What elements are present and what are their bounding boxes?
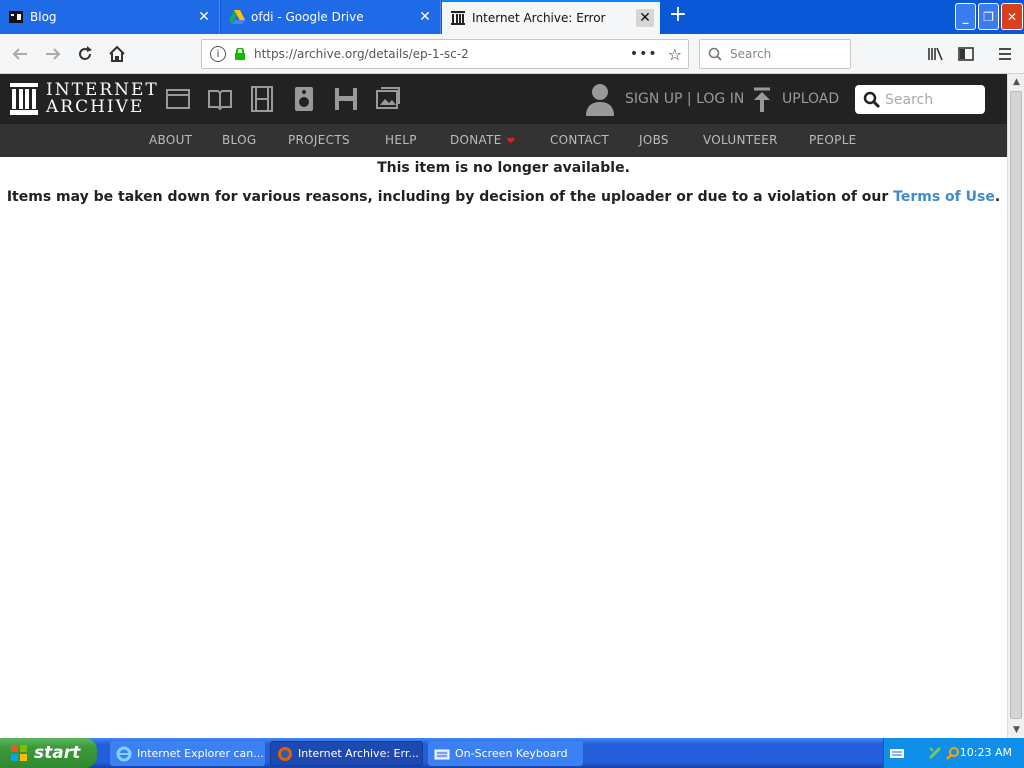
taskbar-item-internet-explorer[interactable]: Internet Explorer can... xyxy=(110,741,265,766)
ia-header: INTERNET ARCHIVE SIGN UP | LOG IN UPLOAD… xyxy=(0,74,1007,124)
home-button[interactable] xyxy=(105,42,129,66)
upload-icon[interactable] xyxy=(752,87,772,113)
tab-title: ofdi - Google Drive xyxy=(251,10,364,24)
taskbar: start Internet Explorer can... Internet … xyxy=(0,738,1024,768)
taskbar-item-on-screen-keyboard[interactable]: On-Screen Keyboard xyxy=(428,741,583,766)
forward-button[interactable] xyxy=(41,42,65,66)
reload-button[interactable] xyxy=(73,42,97,66)
windows-flag-icon xyxy=(11,745,27,761)
nav-blog[interactable]: BLOG xyxy=(222,133,256,147)
error-message: Items may be taken down for various reas… xyxy=(0,189,1007,205)
software-floppy-icon[interactable] xyxy=(333,86,359,112)
tab-strip: Blog ✕ ofdi - Google Drive ✕ Internet Ar… xyxy=(0,0,1024,34)
tab-title: Blog xyxy=(30,10,57,24)
user-avatar-icon[interactable] xyxy=(585,82,615,116)
system-tray: 10:23 AM xyxy=(883,738,1024,768)
close-tab-icon[interactable]: ✕ xyxy=(636,9,654,27)
ia-search-input: Search xyxy=(885,91,934,108)
ia-logo[interactable]: INTERNET ARCHIVE xyxy=(10,82,159,116)
archive-building-icon xyxy=(10,83,38,115)
internet-explorer-icon xyxy=(116,746,132,761)
back-arrow-icon xyxy=(12,48,27,60)
taskbar-item-internet-archive[interactable]: Internet Archive: Err... xyxy=(270,741,423,766)
lock-icon xyxy=(235,48,245,60)
sidebar-button[interactable] xyxy=(954,42,978,66)
nav-jobs[interactable]: JOBS xyxy=(639,133,669,147)
scroll-thumb[interactable] xyxy=(1010,91,1022,719)
keyboard-tray-icon[interactable] xyxy=(890,746,904,760)
scroll-down-arrow-icon[interactable]: ▼ xyxy=(1008,722,1024,738)
error-message-period: . xyxy=(994,189,1001,205)
nav-volunteer[interactable]: VOLUNTEER xyxy=(703,133,778,147)
tab-internet-archive-error[interactable]: Internet Archive: Error ✕ xyxy=(442,0,660,34)
google-drive-icon xyxy=(229,9,245,25)
start-button[interactable]: start xyxy=(0,738,97,768)
nav-people[interactable]: PEOPLE xyxy=(809,133,857,147)
taskbar-item-label: Internet Archive: Err... xyxy=(298,747,419,760)
home-icon xyxy=(109,45,125,62)
close-tab-icon[interactable]: ✕ xyxy=(416,8,434,26)
tab-google-drive[interactable]: ofdi - Google Drive ✕ xyxy=(221,0,441,34)
video-film-icon[interactable] xyxy=(249,86,275,112)
search-icon xyxy=(708,47,722,61)
images-icon[interactable] xyxy=(375,86,401,112)
maximize-button[interactable]: ❐ xyxy=(978,3,999,30)
tab-title: Internet Archive: Error xyxy=(472,11,606,25)
info-icon[interactable]: i xyxy=(210,46,226,62)
nav-contact[interactable]: CONTACT xyxy=(550,133,609,147)
back-button[interactable] xyxy=(8,42,32,66)
page-actions-icon[interactable]: ••• xyxy=(630,46,658,62)
error-title: This item is no longer available. xyxy=(377,160,630,176)
nav-donate[interactable]: DONATE ❤ xyxy=(450,133,515,147)
tab-blog[interactable]: Blog ✕ xyxy=(0,0,220,34)
keyboard-icon xyxy=(434,749,450,759)
network-icon[interactable] xyxy=(928,746,942,760)
library-icon xyxy=(928,47,943,61)
upload-link[interactable]: UPLOAD xyxy=(782,91,839,107)
navigation-toolbar: i https://archive.org/details/ep-1-sc-2 … xyxy=(0,34,1024,74)
minimize-button[interactable]: _ xyxy=(955,3,976,30)
nav-about[interactable]: ABOUT xyxy=(149,133,192,147)
ia-nav-bar: ABOUT BLOG PROJECTS HELP DONATE ❤ CONTACT… xyxy=(0,124,1007,157)
bookmark-star-icon[interactable]: ☆ xyxy=(668,45,682,64)
web-icon[interactable] xyxy=(165,86,191,112)
nav-help[interactable]: HELP xyxy=(385,133,417,147)
hamburger-menu-icon xyxy=(999,48,1011,60)
close-tab-icon[interactable]: ✕ xyxy=(195,8,213,26)
taskbar-item-label: Internet Explorer can... xyxy=(137,747,264,760)
start-label: start xyxy=(34,743,81,763)
texts-book-icon[interactable] xyxy=(207,86,233,112)
url-bar[interactable]: i https://archive.org/details/ep-1-sc-2 … xyxy=(201,39,689,69)
vertical-scrollbar[interactable]: ▲ ▼ xyxy=(1007,74,1024,738)
scroll-up-arrow-icon[interactable]: ▲ xyxy=(1008,74,1024,90)
nav-projects[interactable]: PROJECTS xyxy=(288,133,350,147)
ia-search-box[interactable]: Search xyxy=(855,85,985,114)
firefox-icon xyxy=(278,746,292,761)
library-button[interactable] xyxy=(923,42,947,66)
new-tab-button[interactable]: + xyxy=(666,4,690,28)
close-window-button[interactable]: ✕ xyxy=(1001,3,1023,30)
blog-favicon-icon xyxy=(8,9,24,25)
menu-button[interactable] xyxy=(993,42,1017,66)
nav-donate-label: DONATE xyxy=(450,133,502,147)
search-input: Search xyxy=(730,47,772,61)
clock: 10:23 AM xyxy=(959,746,1012,759)
url-text: https://archive.org/details/ep-1-sc-2 xyxy=(254,47,469,61)
taskbar-item-label: On-Screen Keyboard xyxy=(455,747,568,760)
reload-icon xyxy=(79,46,92,60)
error-message-text: Items may be taken down for various reas… xyxy=(6,189,889,205)
magnifier-tray-icon[interactable] xyxy=(946,746,960,760)
logo-text-line2: ARCHIVE xyxy=(46,97,145,117)
sign-up-log-in-link[interactable]: SIGN UP | LOG IN xyxy=(625,91,744,107)
browser-search-box[interactable]: Search xyxy=(699,39,851,69)
terms-of-use-link[interactable]: Terms of Use xyxy=(893,189,995,205)
sidebar-icon xyxy=(958,47,974,61)
heart-icon: ❤ xyxy=(506,136,516,147)
search-icon xyxy=(863,91,881,108)
audio-speaker-icon[interactable] xyxy=(291,86,317,112)
forward-arrow-icon xyxy=(46,48,61,60)
internet-archive-icon xyxy=(450,10,466,26)
